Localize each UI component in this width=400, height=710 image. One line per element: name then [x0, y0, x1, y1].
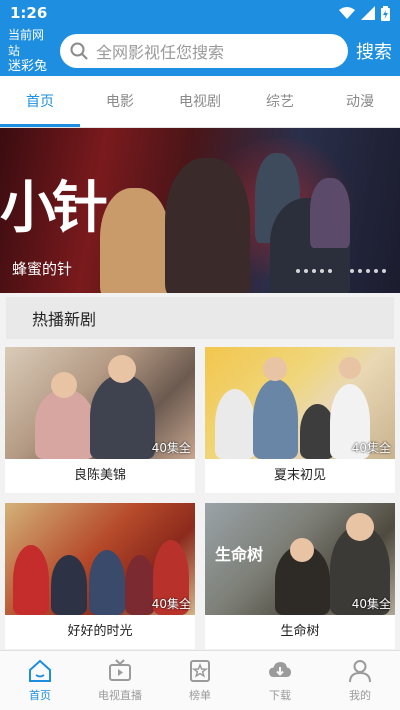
drama-poster: 40集全: [5, 347, 195, 459]
episode-badge: 40集全: [351, 441, 391, 455]
section-title: 热播新剧: [32, 310, 97, 329]
banner-figure: [310, 178, 350, 248]
carousel-dot[interactable]: [374, 269, 378, 273]
poster-figure-head: [339, 357, 361, 379]
poster-figure: [89, 550, 125, 615]
current-site[interactable]: 当前网站 迷彩兔: [8, 27, 54, 75]
carousel-dot[interactable]: [382, 269, 386, 273]
nav-profile[interactable]: 我的: [320, 651, 400, 710]
nav-label: 电视直播: [98, 689, 142, 702]
drama-card[interactable]: 40集全 好好的时光: [5, 503, 195, 649]
banner-carousel[interactable]: 小针 蜂蜜的针: [0, 128, 400, 293]
poster-figure-head: [263, 357, 287, 381]
drama-title: 好好的时光: [67, 624, 133, 639]
carousel-dot[interactable]: [320, 269, 324, 273]
poster-figure: [253, 379, 298, 459]
poster-figure-head: [108, 355, 136, 383]
home-icon: [29, 659, 51, 682]
drama-title: 良陈美锦: [73, 468, 126, 483]
nav-label: 我的: [349, 689, 371, 702]
carousel-dot[interactable]: [312, 269, 316, 273]
tab-home[interactable]: 首页: [0, 76, 80, 127]
tab-movies[interactable]: 电影: [80, 76, 160, 127]
poster-figure: [13, 545, 49, 615]
poster-figure: [35, 389, 95, 459]
cloud-download-icon: [269, 662, 291, 677]
carousel-dot[interactable]: [350, 269, 354, 273]
poster-figure: [51, 555, 87, 615]
carousel-dot-gap: [336, 269, 346, 273]
drama-title: 生命树: [280, 624, 320, 639]
nav-ranking[interactable]: 榜单: [160, 651, 240, 710]
drama-poster: 40集全: [205, 347, 395, 459]
bottom-navigation: 首页 电视直播 榜单 下载 我的: [0, 650, 400, 710]
carousel-dot[interactable]: [304, 269, 308, 273]
banner-figure: [165, 158, 250, 293]
poster-title-art: 生命树: [215, 545, 264, 564]
search-placeholder: 全网影视任您搜索: [96, 43, 225, 62]
drama-card[interactable]: 40集全 良陈美锦: [5, 347, 195, 493]
poster-figure-head: [346, 513, 374, 541]
nav-label: 榜单: [189, 689, 211, 702]
drama-grid: 40集全 良陈美锦 40集全 夏末初见 40集全 好好的时光 生命树 40集全 …: [0, 339, 400, 649]
banner-figure: [100, 188, 170, 293]
search-input[interactable]: 全网影视任您搜索: [60, 34, 348, 68]
drama-poster: 40集全: [5, 503, 195, 615]
category-tabs: 首页 电影 电视剧 综艺 动漫: [0, 76, 400, 128]
status-bar: 1:26: [0, 0, 400, 26]
tv-icon: [109, 659, 131, 681]
nav-tv-live[interactable]: 电视直播: [80, 651, 160, 710]
drama-card[interactable]: 生命树 40集全 生命树: [205, 503, 395, 649]
search-button[interactable]: 搜索: [356, 38, 392, 64]
tab-variety[interactable]: 综艺: [240, 76, 320, 127]
current-site-name: 迷彩兔: [8, 59, 48, 74]
user-icon: [349, 660, 371, 683]
search-icon: [70, 42, 88, 60]
carousel-dot[interactable]: [366, 269, 370, 273]
poster-figure-head: [51, 372, 77, 398]
carousel-indicators: [296, 269, 386, 273]
banner-logo-text: 小针: [0, 175, 108, 241]
current-site-label: 当前网站: [8, 28, 45, 58]
nav-label: 下载: [269, 689, 291, 702]
carousel-dot[interactable]: [296, 269, 300, 273]
carousel-dot[interactable]: [328, 269, 332, 273]
ranking-icon: [190, 660, 210, 682]
episode-badge: 40集全: [151, 441, 191, 455]
drama-title: 夏末初见: [273, 468, 326, 483]
tab-tv-series[interactable]: 电视剧: [160, 76, 240, 127]
tab-anime[interactable]: 动漫: [320, 76, 400, 127]
search-bar-row: 当前网站 迷彩兔 全网影视任您搜索 搜索: [0, 26, 400, 76]
drama-poster: 生命树 40集全: [205, 503, 395, 615]
carousel-dot[interactable]: [358, 269, 362, 273]
signal-icon: [361, 6, 375, 20]
poster-figure: [90, 374, 155, 459]
poster-figure: [215, 389, 255, 459]
drama-card[interactable]: 40集全 夏末初见: [205, 347, 395, 493]
section-header: 热播新剧: [6, 297, 394, 339]
wifi-icon: [339, 6, 355, 19]
nav-label: 首页: [29, 689, 51, 702]
poster-figure: [125, 555, 155, 615]
nav-download[interactable]: 下载: [240, 651, 320, 710]
status-icons: [339, 5, 390, 21]
app-header: 1:26 当前网站 迷彩兔 全网影视任您搜索 搜索: [0, 0, 400, 76]
battery-icon: [381, 5, 390, 21]
banner-title: 蜂蜜的针: [12, 260, 73, 278]
status-time: 1:26: [10, 4, 48, 22]
poster-figure-head: [290, 538, 314, 562]
nav-home[interactable]: 首页: [0, 651, 80, 710]
episode-badge: 40集全: [151, 597, 191, 611]
episode-badge: 40集全: [351, 597, 391, 611]
